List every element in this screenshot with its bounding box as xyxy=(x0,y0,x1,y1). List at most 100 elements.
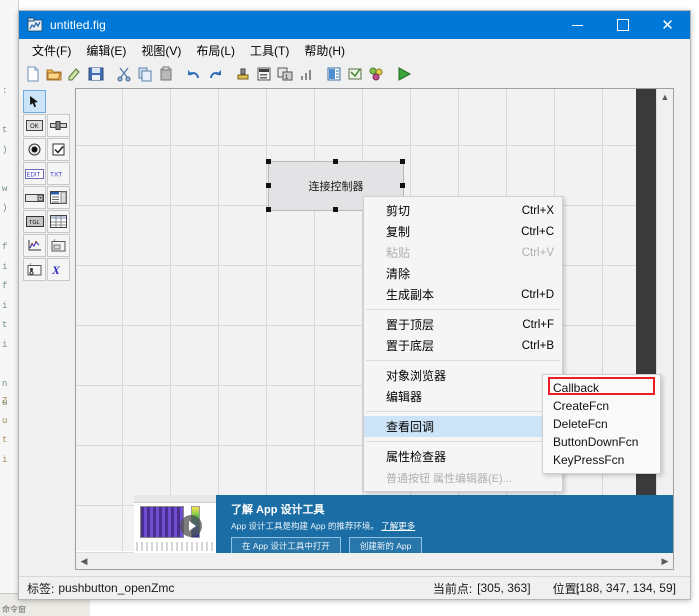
slider-tool[interactable] xyxy=(47,114,70,137)
resize-handle-n[interactable] xyxy=(333,159,338,164)
open-in-app-designer-button[interactable]: 在 App 设计工具中打开 xyxy=(231,537,341,553)
undo-icon[interactable] xyxy=(184,64,204,84)
banner-buttons: 在 App 设计工具中打开 创建新的 App xyxy=(231,537,673,553)
submenu-item-createfcn[interactable]: CreateFcn xyxy=(543,397,660,415)
activex-control-tool[interactable]: X xyxy=(47,258,70,281)
maximize-button[interactable] xyxy=(600,11,645,39)
context-menu-item-property-editor: 普通按钮 属性编辑器(E)... xyxy=(364,467,562,488)
resize-handle-ne[interactable] xyxy=(400,159,405,164)
axes-tool[interactable] xyxy=(23,234,46,257)
tab-order-editor-icon[interactable]: 1 xyxy=(275,64,295,84)
save-as-icon[interactable] xyxy=(65,64,85,84)
context-menu-label: 生成副本 xyxy=(386,288,435,302)
menu-help[interactable]: 帮助(H) xyxy=(297,40,353,61)
copy-icon[interactable] xyxy=(135,64,155,84)
resize-handle-sw[interactable] xyxy=(266,207,271,212)
table-tool[interactable] xyxy=(47,210,70,233)
menu-layout[interactable]: 布局(L) xyxy=(189,40,243,61)
resize-handle-w[interactable] xyxy=(266,183,271,188)
banner-thumb-toolstrip xyxy=(134,495,216,503)
minimize-button[interactable] xyxy=(555,11,600,39)
context-menu-separator-4 xyxy=(366,441,560,442)
radio-button-tool[interactable] xyxy=(23,138,46,161)
background-editor-text: : t ) w ) f i f i t i n u xyxy=(2,86,8,408)
panel-tool[interactable]: T xyxy=(47,234,70,257)
banner-learn-more-link[interactable]: 了解更多 xyxy=(381,521,415,531)
run-icon[interactable] xyxy=(394,64,414,84)
context-menu-label: 查看回调 xyxy=(386,420,435,434)
context-menu-item-cut[interactable]: 剪切 Ctrl+X xyxy=(364,200,562,221)
window-controls: ✕ xyxy=(555,11,690,39)
cut-icon[interactable] xyxy=(114,64,134,84)
toolbar-separator-4 xyxy=(317,65,324,83)
svg-text:EDIT: EDIT xyxy=(27,172,41,178)
open-folder-icon[interactable] xyxy=(44,64,64,84)
align-objects-icon[interactable] xyxy=(233,64,253,84)
redo-icon[interactable] xyxy=(205,64,225,84)
menu-editor-icon[interactable] xyxy=(254,64,274,84)
submenu-item-buttondownfcn[interactable]: ButtonDownFcn xyxy=(543,433,660,451)
context-menu-item-send-to-back[interactable]: 置于底层 Ctrl+B xyxy=(364,335,562,356)
toolbar-editor-icon[interactable] xyxy=(296,64,316,84)
toolbar-separator-5 xyxy=(387,65,394,83)
banner-text-block: 了解 App 设计工具 App 设计工具是构建 App 的推荐环境。 了解更多 … xyxy=(217,495,673,553)
screen: : t ) w ) f i f i t i n u Z u t i 命令窗 un… xyxy=(0,0,699,616)
title-bar: untitled.fig ✕ xyxy=(19,11,690,39)
resize-handle-nw[interactable] xyxy=(266,159,271,164)
minimize-icon xyxy=(572,24,583,26)
push-button-tool[interactable]: OK xyxy=(23,114,46,137)
property-inspector-icon[interactable] xyxy=(345,64,365,84)
check-box-tool[interactable] xyxy=(47,138,70,161)
palette-empty-cell xyxy=(47,90,70,113)
context-menu-label: 置于底层 xyxy=(386,339,435,353)
play-video-icon[interactable] xyxy=(180,515,202,537)
close-button[interactable]: ✕ xyxy=(645,11,690,39)
scroll-right-icon[interactable]: ▶ xyxy=(657,553,673,569)
button-group-tool[interactable]: T xyxy=(23,258,46,281)
close-icon: ✕ xyxy=(661,15,674,34)
menu-edit[interactable]: 编辑(E) xyxy=(79,40,134,61)
submenu-item-callback[interactable]: Callback xyxy=(543,379,660,397)
select-tool[interactable] xyxy=(23,90,46,113)
create-new-app-button[interactable]: 创建新的 App xyxy=(348,537,423,553)
context-menu-item-bring-to-front[interactable]: 置于顶层 Ctrl+F xyxy=(364,314,562,335)
paste-icon[interactable] xyxy=(156,64,176,84)
submenu-item-deletefcn[interactable]: DeleteFcn xyxy=(543,415,660,433)
banner-title: 了解 App 设计工具 xyxy=(231,504,325,516)
edit-text-tool[interactable]: EDIT xyxy=(23,162,46,185)
context-menu-item-clear[interactable]: 清除 xyxy=(364,263,562,284)
canvas-vertical-scrollbar[interactable]: ▲ ▼ xyxy=(656,89,673,553)
submenu-item-keypressfcn[interactable]: KeyPressFcn xyxy=(543,451,660,469)
menu-view[interactable]: 视图(V) xyxy=(134,40,189,61)
resize-handle-s[interactable] xyxy=(333,207,338,212)
banner-subtitle: App 设计工具是构建 App 的推荐环境。 了解更多 xyxy=(231,520,673,532)
listbox-tool[interactable] xyxy=(47,186,70,209)
context-menu-item-view-callbacks[interactable]: 查看回调 ▶ xyxy=(364,416,562,437)
status-current-point-label: 当前点: xyxy=(432,581,473,596)
pop-up-menu-tool[interactable] xyxy=(23,186,46,209)
tool-bar: 1 xyxy=(19,62,690,87)
app-designer-banner: 了解 App 设计工具 App 设计工具是构建 App 的推荐环境。 了解更多 … xyxy=(134,495,673,553)
context-menu-item-duplicate[interactable]: 生成副本 Ctrl+D xyxy=(364,284,562,305)
object-browser-icon[interactable] xyxy=(366,64,386,84)
static-text-tool[interactable]: TXT xyxy=(47,162,70,185)
scroll-left-icon[interactable]: ◀ xyxy=(76,553,92,569)
canvas-horizontal-scrollbar[interactable]: ◀ ▶ xyxy=(76,552,673,569)
context-menu-item-object-browser[interactable]: 对象浏览器 xyxy=(364,365,562,386)
menu-file[interactable]: 文件(F) xyxy=(25,40,79,61)
scroll-up-icon[interactable]: ▲ xyxy=(657,89,673,105)
context-menu: 剪切 Ctrl+X 复制 Ctrl+C 粘贴 Ctrl+V 清除 生成副本 Ct… xyxy=(363,196,563,492)
context-menu-item-editor[interactable]: 编辑器 xyxy=(364,386,562,407)
context-menu-label: 编辑器 xyxy=(386,390,423,404)
toggle-button-tool[interactable]: TGL xyxy=(23,210,46,233)
context-menu-item-copy[interactable]: 复制 Ctrl+C xyxy=(364,221,562,242)
context-menu-item-property-inspector[interactable]: 属性检查器 xyxy=(364,446,562,467)
save-icon[interactable] xyxy=(86,64,106,84)
component-palette: OK EDIT TXT TGL T T X xyxy=(23,90,71,281)
context-menu-accel: Ctrl+D xyxy=(521,288,554,301)
menu-tools[interactable]: 工具(T) xyxy=(243,40,297,61)
new-file-icon[interactable] xyxy=(23,64,43,84)
resize-handle-e[interactable] xyxy=(400,183,405,188)
m-file-editor-icon[interactable] xyxy=(324,64,344,84)
context-menu-label: 清除 xyxy=(386,267,411,281)
